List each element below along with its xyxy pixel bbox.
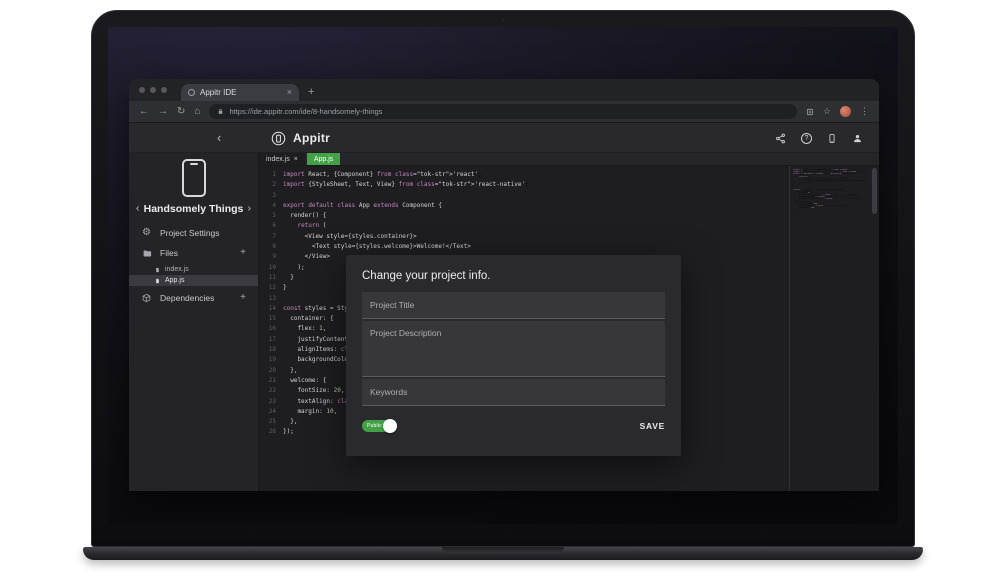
editor-scrollbar[interactable] — [871, 166, 878, 491]
files-label: Files — [160, 248, 178, 258]
project-description-input[interactable] — [362, 321, 665, 377]
toggle-label: Public — [367, 423, 382, 429]
modal-title: Change your project info. — [362, 270, 491, 282]
next-project-icon[interactable]: › — [248, 204, 251, 214]
share-icon[interactable] — [775, 133, 786, 144]
address-bar[interactable]: https://ide.appitr.com/ide/8-handsomely-… — [209, 104, 797, 119]
home-icon[interactable]: ⌂ — [194, 106, 200, 117]
scrollbar-thumb[interactable] — [872, 168, 877, 214]
forward-icon[interactable]: → — [158, 106, 168, 117]
laptop-screen: Appitr IDE × + ← → ↻ ⌂ https://ide.appit… — [91, 10, 915, 547]
ide-header: ‹ Appitr ? — [129, 123, 879, 153]
minimap-line: }); — [793, 210, 798, 213]
tab-favicon-icon — [188, 89, 195, 96]
sidebar-collapse-icon[interactable]: ‹ — [217, 131, 221, 144]
window-zoom-button[interactable] — [161, 87, 167, 93]
file-list: index.js App.js — [129, 264, 258, 286]
appitr-logo-icon — [271, 131, 286, 146]
save-button[interactable]: SAVE — [640, 421, 665, 431]
file-icon — [155, 267, 160, 273]
editor-tab-close-icon[interactable]: × — [294, 156, 298, 163]
editor-tab-indexjs[interactable]: index.js × — [259, 153, 305, 165]
modal-footer: Public SAVE — [362, 419, 665, 433]
window-controls — [139, 79, 167, 101]
gear-icon: ⚙ — [142, 227, 151, 238]
package-icon — [141, 293, 152, 303]
sidebar: ‹ Handsomely Things › ⚙ Project Settings — [129, 153, 259, 491]
editor-right-rail: import React, {Component} from class="to… — [789, 166, 879, 491]
url-text: https://ide.appitr.com/ide/8-handsomely-… — [229, 107, 383, 116]
sidebar-item-files[interactable]: Files + — [129, 243, 258, 263]
sidebar-item-project-settings[interactable]: ⚙ Project Settings — [129, 223, 258, 243]
editor-tab-appjs[interactable]: App.js — [306, 153, 341, 165]
browser-tabstrip: Appitr IDE × + — [129, 79, 879, 101]
device-preview-icon[interactable] — [827, 133, 837, 144]
code-line: 7 <View style={styles.container}> — [272, 232, 417, 240]
add-dependency-button[interactable]: + — [240, 293, 246, 303]
browser-window: Appitr IDE × + ← → ↻ ⌂ https://ide.appit… — [129, 79, 879, 491]
laptop-base-notch — [442, 547, 564, 553]
project-switcher: ‹ Handsomely Things › — [129, 203, 258, 215]
project-settings-label: Project Settings — [160, 228, 220, 238]
project-phone-icon — [181, 159, 206, 197]
browser-tab[interactable]: Appitr IDE × — [181, 84, 299, 101]
code-line: 6 return ( — [272, 222, 327, 230]
browser-toolbar: ← → ↻ ⌂ https://ide.appitr.com/ide/8-han… — [129, 101, 879, 123]
account-icon[interactable] — [852, 133, 863, 144]
project-title-input[interactable] — [362, 292, 665, 319]
file-name: App.js — [165, 277, 185, 284]
editor-tab-label: index.js — [266, 155, 290, 163]
desktop-wallpaper: Appitr IDE × + ← → ↻ ⌂ https://ide.appit… — [108, 27, 898, 524]
editor-tab-label: App.js — [313, 155, 334, 163]
reload-icon[interactable]: ↻ — [177, 106, 185, 117]
header-actions: ? — [775, 123, 863, 153]
page-action-icon[interactable] — [806, 108, 814, 116]
back-icon[interactable]: ← — [139, 106, 149, 117]
code-line: 5 render() { — [272, 212, 327, 220]
profile-avatar[interactable] — [840, 106, 851, 117]
toggle-knob[interactable] — [383, 419, 397, 433]
minimap-content: import React, {Component} from class="to… — [793, 169, 867, 212]
laptop-camera-icon — [501, 18, 505, 21]
dependencies-label: Dependencies — [160, 293, 215, 303]
sidebar-item-dependencies[interactable]: Dependencies + — [129, 288, 258, 308]
code-line: 2 import {StyleSheet, Text, View} from cl… — [272, 181, 529, 189]
code-line: 3 — [272, 191, 276, 199]
code-line: 4 export default class App extends Compon… — [272, 201, 443, 209]
window-close-button[interactable] — [139, 87, 145, 93]
lock-icon — [217, 108, 224, 115]
project-info-modal: Change your project info. Public SAVE — [346, 255, 681, 456]
bookmark-star-icon[interactable]: ☆ — [823, 107, 831, 116]
minimap[interactable]: import React, {Component} from class="to… — [793, 169, 867, 212]
file-item-indexjs[interactable]: index.js — [129, 264, 258, 275]
laptop-base — [83, 547, 923, 560]
file-icon — [155, 278, 160, 284]
app-brand: Appitr — [271, 123, 330, 153]
prev-project-icon[interactable]: ‹ — [136, 204, 139, 214]
project-name: Handsomely Things — [143, 203, 244, 215]
file-name: index.js — [165, 266, 189, 273]
help-icon[interactable]: ? — [801, 132, 812, 144]
ide-body: ‹ Handsomely Things › ⚙ Project Settings — [129, 153, 879, 491]
editor-tabbar: index.js × App.js — [259, 153, 879, 166]
new-tab-button[interactable]: + — [308, 87, 314, 98]
file-item-appjs[interactable]: App.js — [129, 275, 258, 286]
browser-menu-icon[interactable]: ⋮ — [860, 107, 869, 116]
add-file-button[interactable]: + — [240, 248, 246, 258]
public-toggle[interactable]: Public — [362, 419, 397, 433]
keywords-input[interactable] — [362, 379, 665, 406]
tab-title: Appitr IDE — [200, 88, 237, 97]
code-line: 8 <Text style={styles.welcome}>Welcome!<… — [272, 243, 471, 251]
tab-close-icon[interactable]: × — [287, 88, 292, 97]
laptop-mockup: Appitr IDE × + ← → ↻ ⌂ https://ide.appit… — [0, 0, 1006, 586]
code-line: 1 import React, {Component} from class="t… — [272, 171, 482, 178]
window-minimize-button[interactable] — [150, 87, 156, 93]
app-name: Appitr — [293, 131, 331, 145]
folder-icon — [141, 249, 152, 258]
